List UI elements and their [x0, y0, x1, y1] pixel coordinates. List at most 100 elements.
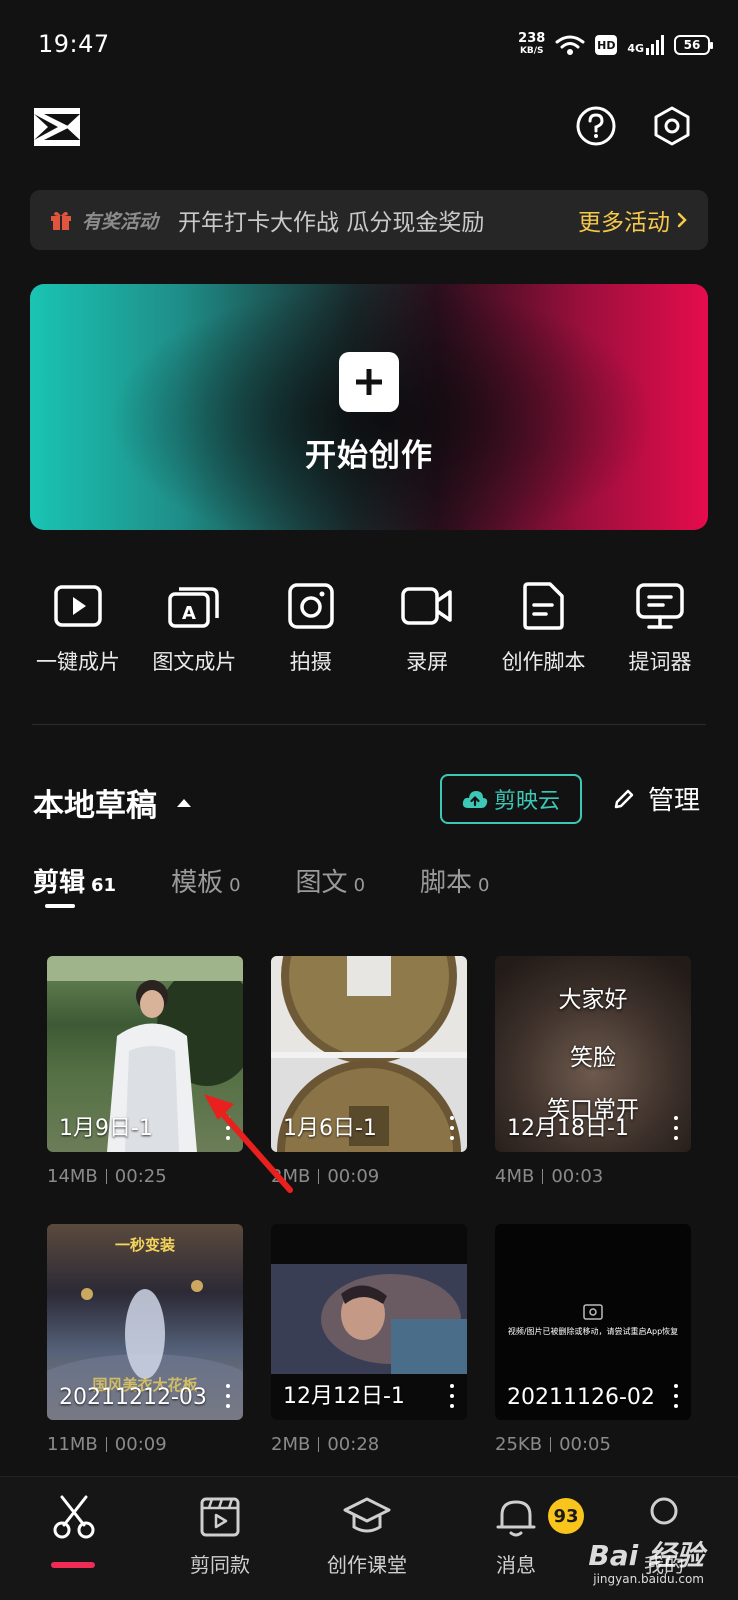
draft-size: 4MB: [495, 1166, 535, 1187]
draft-item[interactable]: 1月6日-1 2MB 00:09: [271, 956, 467, 1187]
more-options-icon[interactable]: [449, 1384, 455, 1408]
draft-name: 20211212-03: [59, 1385, 207, 1410]
nav-edit[interactable]: [14, 1495, 134, 1549]
nav-label: 消息: [496, 1553, 536, 1577]
tool-one-click[interactable]: 一键成片: [20, 578, 136, 676]
draft-name: 1月9日-1: [59, 1116, 153, 1141]
nav-same-style[interactable]: 剪同款: [160, 1495, 280, 1578]
quick-tools: 一键成片 A 图文成片 拍摄 录屏 创作脚本 提词器: [20, 578, 718, 676]
tab-count: 61: [91, 875, 117, 896]
draft-meta: 11MB 00:09: [47, 1434, 243, 1455]
tab-count: 0: [229, 875, 241, 896]
hexagon-settings-icon: [654, 106, 690, 146]
draft-thumbnail[interactable]: 大家好 笑脸 笑口常开 12月18日-1: [495, 956, 691, 1152]
draft-thumbnail[interactable]: 视频/图片已被删除或移动，请尝试重启App恢复 20211126-02: [495, 1224, 691, 1420]
clapperboard-icon: [200, 1497, 240, 1537]
cloud-upload-icon: [462, 791, 488, 808]
network-speed-value: 238: [518, 31, 546, 46]
tab-count: 0: [478, 875, 490, 896]
battery-indicator: 56: [674, 35, 713, 55]
manage-button[interactable]: 管理: [612, 780, 700, 817]
status-bar: 19:47 238 KB/S HD 4G 56: [0, 0, 738, 90]
draft-meta: 25KB 00:05: [495, 1434, 691, 1455]
draft-size: 11MB: [47, 1434, 98, 1455]
draft-item[interactable]: 视频/图片已被删除或移动，请尝试重启App恢复 20211126-02 25KB…: [495, 1224, 691, 1455]
section-divider: [32, 724, 706, 725]
signal-bars-icon: [646, 35, 664, 55]
promo-banner[interactable]: 有奖活动 开年打卡大作战 瓜分现金奖励 更多活动: [30, 190, 708, 250]
gift-icon: [51, 211, 71, 230]
cloud-button[interactable]: 剪映云: [440, 774, 582, 824]
caret-up-icon: [177, 798, 191, 807]
tab-label: 脚本: [420, 868, 473, 898]
tool-text-to-video[interactable]: A 图文成片: [136, 578, 252, 676]
tab-image-text[interactable]: 图文 0: [296, 862, 365, 899]
camera-icon: [283, 578, 339, 634]
tool-capture[interactable]: 拍摄: [253, 578, 369, 676]
tab-script[interactable]: 脚本 0: [420, 862, 489, 899]
missing-media-caption: 视频/图片已被删除或移动，请尝试重启App恢复: [507, 1327, 679, 1336]
tab-label: 剪辑: [33, 868, 86, 898]
teleprompter-icon: [632, 578, 688, 634]
tool-label: 拍摄: [289, 650, 332, 674]
help-button[interactable]: [574, 104, 618, 148]
tab-label: 模板: [171, 868, 224, 898]
tool-teleprompter[interactable]: 提词器: [602, 578, 718, 676]
status-time: 19:47: [38, 30, 110, 58]
hd-badge: HD: [595, 35, 618, 55]
draft-name: 12月18日-1: [507, 1116, 629, 1141]
nav-classroom[interactable]: 创作课堂: [307, 1495, 427, 1578]
draft-name: 20211126-02: [507, 1385, 655, 1410]
document-icon: [516, 578, 572, 634]
draft-thumbnail[interactable]: 12月12日-1: [271, 1224, 467, 1420]
missing-media-icon: [583, 1304, 603, 1320]
draft-duration: 00:03: [551, 1166, 604, 1187]
status-indicators: 238 KB/S HD 4G 56: [518, 28, 713, 62]
tool-screen-record[interactable]: 录屏: [369, 578, 485, 676]
more-options-icon[interactable]: [673, 1116, 679, 1140]
promo-tag: 有奖活动: [82, 210, 159, 233]
more-options-icon[interactable]: [225, 1384, 231, 1408]
tab-template[interactable]: 模板 0: [171, 862, 240, 899]
draft-thumbnail[interactable]: 1月6日-1: [271, 956, 467, 1152]
question-circle-icon: [576, 106, 616, 146]
draft-meta: 2MB 00:09: [271, 1166, 467, 1187]
draft-meta: 4MB 00:03: [495, 1166, 691, 1187]
draft-thumbnail[interactable]: 一秒变装 国风美衣大花板 20211212-03: [47, 1224, 243, 1420]
draft-tabs: 剪辑 61 模板 0 图文 0 脚本 0: [33, 862, 544, 908]
overlay-caption: 大家好: [558, 987, 628, 1013]
play-square-icon: [50, 578, 106, 634]
messages-badge: 93: [548, 1498, 584, 1534]
profile-icon: [650, 1497, 678, 1525]
watermark: Bai 经验 jingyan.baidu.com: [588, 1534, 704, 1586]
plus-icon: [339, 352, 399, 412]
settings-button[interactable]: [650, 104, 694, 148]
more-options-icon[interactable]: [449, 1116, 455, 1140]
draft-duration: 00:28: [327, 1434, 380, 1455]
draft-item[interactable]: 一秒变装 国风美衣大花板 20211212-03 11MB 00:09: [47, 1224, 243, 1455]
nav-active-indicator: [51, 1562, 95, 1568]
start-creation-card[interactable]: 开始创作: [30, 284, 708, 530]
draft-item[interactable]: 大家好 笑脸 笑口常开 12月18日-1 4MB 00:03: [495, 956, 691, 1187]
more-activities-label: 更多活动: [578, 210, 670, 236]
overlay-caption: 笑脸: [570, 1045, 616, 1071]
draft-item[interactable]: 12月12日-1 2MB 00:28: [271, 1224, 467, 1455]
video-camera-icon: [399, 578, 455, 634]
more-options-icon[interactable]: [673, 1384, 679, 1408]
chevron-right-icon: [677, 212, 687, 228]
capcut-logo: [34, 108, 80, 146]
graduation-cap-icon: [343, 1497, 391, 1533]
tool-label: 提词器: [628, 650, 692, 674]
tab-edit[interactable]: 剪辑 61: [33, 862, 117, 908]
overlay-title: 一秒变装: [114, 1236, 175, 1254]
draft-size: 2MB: [271, 1434, 311, 1455]
scissors-icon: [53, 1495, 95, 1539]
network-speed-unit: KB/S: [519, 46, 544, 56]
drafts-title-toggle[interactable]: 本地草稿: [33, 780, 191, 825]
more-activities-link[interactable]: 更多活动: [578, 203, 688, 237]
tab-active-indicator: [45, 904, 75, 908]
draft-duration: 00:25: [114, 1166, 167, 1187]
tool-label: 图文成片: [152, 650, 237, 674]
tool-script[interactable]: 创作脚本: [486, 578, 602, 676]
drafts-title: 本地草稿: [33, 788, 157, 824]
